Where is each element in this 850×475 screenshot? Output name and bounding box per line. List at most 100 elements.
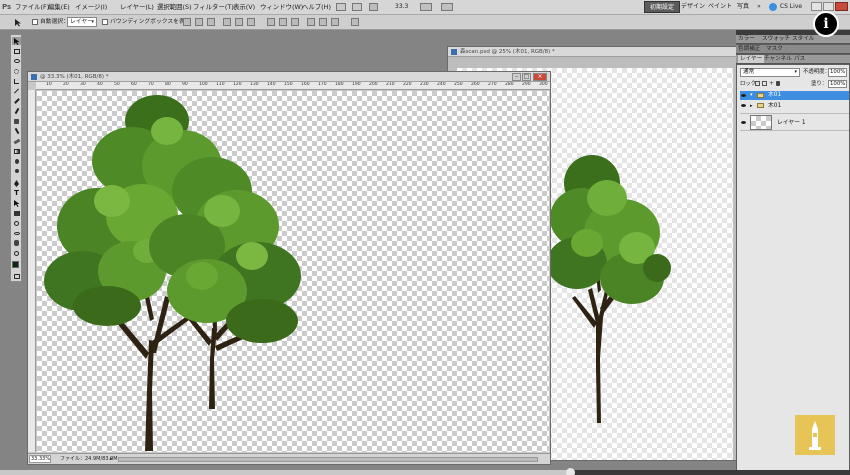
tab-channels[interactable]: チャンネル bbox=[764, 55, 792, 63]
bounding-box-checkbox[interactable] bbox=[102, 19, 108, 25]
workspace-more[interactable]: » bbox=[754, 1, 764, 13]
dodge-tool[interactable] bbox=[12, 167, 21, 175]
lock-transparency-icon[interactable] bbox=[755, 81, 760, 86]
gradient-tool[interactable] bbox=[12, 147, 21, 155]
3d-orbit-tool[interactable] bbox=[12, 229, 21, 237]
brush-tool[interactable] bbox=[12, 107, 21, 115]
menu-layer[interactable]: レイヤー(L) bbox=[120, 2, 154, 12]
expand-arrow-icon[interactable]: ▸ bbox=[750, 101, 753, 111]
tab-layers[interactable]: レイヤー bbox=[738, 55, 765, 63]
menu-help[interactable]: ヘルプ(H) bbox=[302, 2, 331, 12]
layer-row-group-selected[interactable]: ▾ 木01 bbox=[740, 91, 849, 100]
doc-restore-button[interactable]: □ bbox=[522, 73, 531, 81]
hand-tool-icon[interactable] bbox=[369, 3, 378, 11]
marquee-tool[interactable] bbox=[12, 47, 21, 55]
distribute-right-icon[interactable] bbox=[331, 18, 339, 26]
auto-select-target-dropdown[interactable]: レイヤー ▾ bbox=[67, 17, 97, 27]
align-right-icon[interactable] bbox=[247, 18, 255, 26]
tab-swatches[interactable]: スウォッチ bbox=[762, 35, 790, 43]
path-select-tool[interactable] bbox=[12, 199, 21, 207]
status-file-size[interactable]: ファイル：24.9M/83.0M bbox=[60, 455, 118, 463]
menu-filter[interactable]: フィルター(T) bbox=[193, 2, 234, 12]
opacity-input[interactable]: 100% bbox=[828, 68, 847, 77]
3d-rotate-tool[interactable] bbox=[12, 219, 21, 227]
healing-brush-tool[interactable] bbox=[12, 97, 21, 105]
distribute-top-icon[interactable] bbox=[267, 18, 275, 26]
zoom-level[interactable]: 33.3 bbox=[395, 2, 408, 12]
horizontal-ruler[interactable]: 10 20 30 40 50 60 70 80 90 100 110 120 130 140 150 160 1… bbox=[36, 82, 550, 90]
restore-button[interactable] bbox=[823, 2, 834, 11]
tab-masks[interactable]: マスク bbox=[766, 45, 783, 53]
tab-adjustments[interactable]: 色調補正 bbox=[738, 45, 760, 53]
menu-file[interactable]: ファイル(F) bbox=[15, 2, 49, 12]
workspace-design[interactable]: デザイン bbox=[680, 1, 706, 13]
distribute-left-icon[interactable] bbox=[307, 18, 315, 26]
lock-all-icon[interactable] bbox=[776, 81, 780, 86]
minibridge-icon[interactable] bbox=[352, 3, 362, 11]
doc-front-canvas[interactable] bbox=[37, 91, 549, 452]
align-left-icon[interactable] bbox=[223, 18, 231, 26]
visibility-eye-icon[interactable] bbox=[741, 94, 746, 97]
workspace-paint[interactable]: ペイント bbox=[706, 1, 734, 13]
shape-tool[interactable] bbox=[12, 209, 21, 217]
doc-front-title-bar[interactable]: @ 33.3% (木01, RGB/8) * bbox=[28, 72, 550, 82]
horizontal-scrollbar[interactable] bbox=[118, 457, 538, 462]
status-arrow-icon[interactable]: ▸ bbox=[110, 455, 113, 463]
menu-view[interactable]: 表示(V) bbox=[233, 2, 255, 12]
clone-stamp-tool[interactable] bbox=[12, 117, 21, 125]
visibility-eye-icon[interactable] bbox=[741, 121, 746, 124]
auto-align-icon[interactable] bbox=[351, 18, 359, 26]
layer-row-pixel[interactable]: レイヤー 1 bbox=[740, 113, 849, 131]
bridge-icon[interactable] bbox=[336, 3, 346, 11]
eyedropper-tool[interactable] bbox=[12, 87, 21, 95]
workspace-essentials[interactable]: 初期設定 bbox=[644, 1, 680, 13]
move-tool[interactable] bbox=[12, 37, 21, 45]
menu-edit[interactable]: 編集(E) bbox=[48, 2, 70, 12]
foreground-color-swatch[interactable] bbox=[12, 261, 19, 268]
video-progress-handle[interactable] bbox=[566, 468, 575, 475]
type-tool[interactable]: T bbox=[12, 189, 21, 197]
hand-tool[interactable] bbox=[12, 239, 21, 247]
crop-tool[interactable] bbox=[12, 77, 21, 85]
align-bottom-icon[interactable] bbox=[207, 18, 215, 26]
layer-row-group[interactable]: ▸ 木01 bbox=[740, 101, 849, 111]
menu-image[interactable]: イメージ(I) bbox=[75, 2, 107, 12]
doc-window-front[interactable]: @ 33.3% (木01, RGB/8) * – □ × 10 20 30 40 50 6… bbox=[27, 71, 551, 465]
auto-select-checkbox[interactable] bbox=[32, 19, 38, 25]
screen-mode-icon[interactable] bbox=[441, 3, 453, 11]
distribute-vcenter-icon[interactable] bbox=[279, 18, 287, 26]
pen-tool[interactable] bbox=[12, 179, 21, 187]
expand-arrow-icon[interactable]: ▾ bbox=[750, 91, 753, 100]
eraser-tool[interactable] bbox=[12, 137, 21, 145]
visibility-eye-icon[interactable] bbox=[741, 104, 746, 107]
blur-tool[interactable] bbox=[12, 157, 21, 165]
info-icon[interactable]: i bbox=[813, 11, 839, 37]
minimize-button[interactable] bbox=[811, 2, 822, 11]
zoom-tool[interactable] bbox=[12, 249, 21, 257]
lock-position-icon[interactable]: + bbox=[769, 80, 774, 87]
doc-close-button[interactable]: × bbox=[533, 73, 547, 81]
close-button[interactable] bbox=[835, 2, 848, 11]
lock-pixels-icon[interactable] bbox=[762, 81, 767, 86]
align-top-icon[interactable] bbox=[183, 18, 191, 26]
tab-color[interactable]: カラー bbox=[738, 35, 755, 43]
tab-styles[interactable]: スタイル bbox=[792, 35, 814, 43]
align-vcenter-icon[interactable] bbox=[195, 18, 203, 26]
vertical-ruler[interactable] bbox=[28, 90, 36, 452]
cs-live-button[interactable]: CS Live bbox=[778, 1, 804, 13]
menu-window[interactable]: ウィンドウ(W) bbox=[260, 2, 303, 12]
distribute-hcenter-icon[interactable] bbox=[319, 18, 327, 26]
history-brush-tool[interactable] bbox=[12, 127, 21, 135]
fill-input[interactable]: 100% bbox=[828, 80, 847, 88]
quick-select-tool[interactable] bbox=[12, 67, 21, 75]
tab-paths[interactable]: パス bbox=[794, 55, 805, 63]
video-progress-bar[interactable] bbox=[0, 468, 850, 475]
align-hcenter-icon[interactable] bbox=[235, 18, 243, 26]
arrange-documents-icon[interactable] bbox=[420, 3, 432, 11]
workspace-photo[interactable]: 写真 bbox=[734, 1, 752, 13]
move-tool-icon[interactable] bbox=[13, 18, 24, 27]
distribute-bottom-icon[interactable] bbox=[291, 18, 299, 26]
status-zoom-field[interactable]: 33.33% bbox=[29, 455, 51, 463]
doc-minimize-button[interactable]: – bbox=[512, 73, 521, 81]
menu-select[interactable]: 選択範囲(S) bbox=[157, 2, 192, 12]
